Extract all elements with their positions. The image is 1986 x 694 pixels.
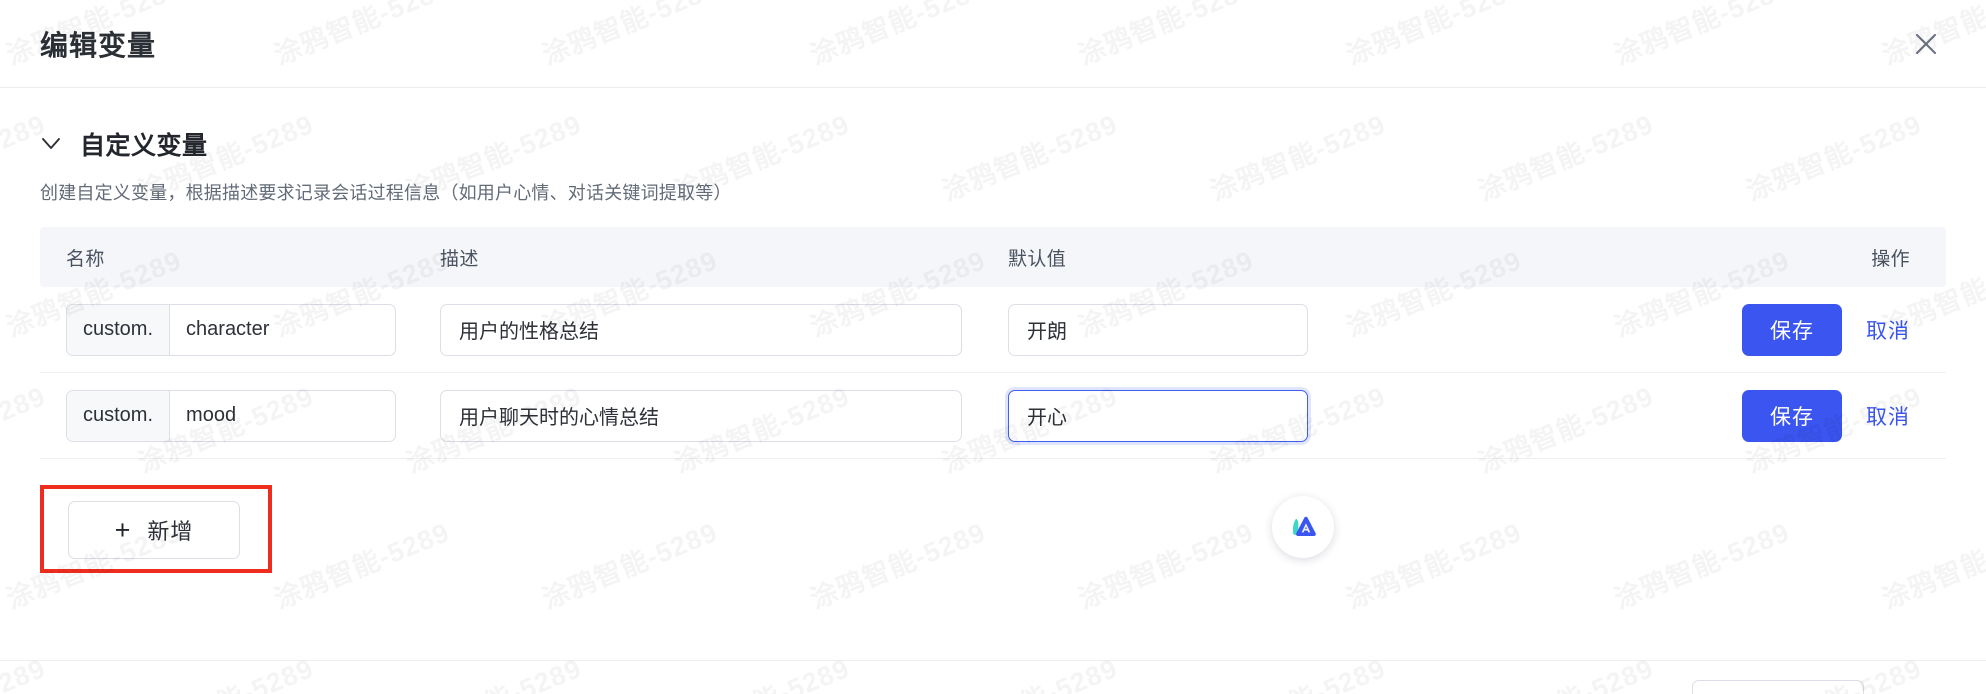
ai-assistant-logo-icon[interactable]	[1272, 496, 1334, 558]
cell-description	[430, 303, 1000, 356]
cell-description	[430, 389, 1000, 442]
variable-name-input[interactable]	[170, 304, 395, 355]
variable-default-value-input[interactable]	[1008, 303, 1308, 356]
table-row: custom. 保存 取消	[40, 373, 1946, 459]
variable-description-input[interactable]	[440, 303, 962, 356]
variable-description-input[interactable]	[440, 389, 962, 442]
cell-default-value	[1000, 303, 1640, 356]
add-variable-button[interactable]: + 新增	[68, 501, 240, 559]
cell-name: custom.	[40, 389, 430, 442]
variable-name-input[interactable]	[170, 390, 395, 441]
dialog-footer	[0, 660, 1986, 694]
close-icon[interactable]	[1904, 22, 1948, 66]
cell-default-value	[1000, 389, 1640, 442]
variable-name-group[interactable]: custom.	[66, 389, 396, 442]
cell-name: custom.	[40, 303, 430, 356]
table-header-row: 名称 描述 默认值 操作	[40, 227, 1946, 287]
page-title: 编辑变量	[40, 29, 157, 61]
custom-variables-section-header[interactable]: 自定义变量	[40, 126, 1946, 162]
column-header-actions: 操作	[1871, 248, 1910, 270]
dialog-header: 编辑变量	[0, 0, 1986, 88]
variable-name-group[interactable]: custom.	[66, 303, 396, 356]
column-header-description: 描述	[440, 248, 479, 270]
variable-name-prefix: custom.	[67, 390, 171, 441]
add-variable-label: 新增	[147, 519, 194, 544]
cancel-button[interactable]: 取消	[1866, 401, 1910, 431]
add-variable-zone: + 新增	[40, 485, 272, 573]
footer-divider	[0, 660, 1986, 661]
cell-actions: 保存 取消	[1640, 303, 1946, 356]
cell-actions: 保存 取消	[1640, 389, 1946, 442]
variable-name-prefix: custom.	[67, 304, 171, 355]
cancel-button[interactable]: 取消	[1866, 315, 1910, 345]
variables-table: 名称 描述 默认值 操作 custom. character 用户的性格总结 开…	[40, 227, 1946, 459]
plus-icon: +	[114, 514, 132, 545]
variable-default-value-input[interactable]	[1008, 389, 1308, 442]
section-description: 创建自定义变量，根据描述要求记录会话过程信息（如用户心情、对话关键词提取等）	[40, 183, 732, 203]
dialog-body: 自定义变量 创建自定义变量，根据描述要求记录会话过程信息（如用户心情、对话关键词…	[0, 88, 1986, 573]
column-header-default-value: 默认值	[1008, 248, 1067, 270]
save-button[interactable]: 保存	[1742, 303, 1842, 356]
footer-button-partial[interactable]	[1692, 680, 1864, 694]
column-header-name: 名称	[66, 248, 105, 270]
edit-variables-dialog: 编辑变量 自定义变量 创建自定义变量，根据描述要求记录会话过程信息（如用户心情、…	[0, 0, 1986, 694]
save-button[interactable]: 保存	[1742, 389, 1842, 442]
chevron-down-icon[interactable]	[40, 133, 62, 155]
table-row: custom. 保存 取消	[40, 287, 1946, 373]
section-title: 自定义变量	[80, 132, 208, 160]
